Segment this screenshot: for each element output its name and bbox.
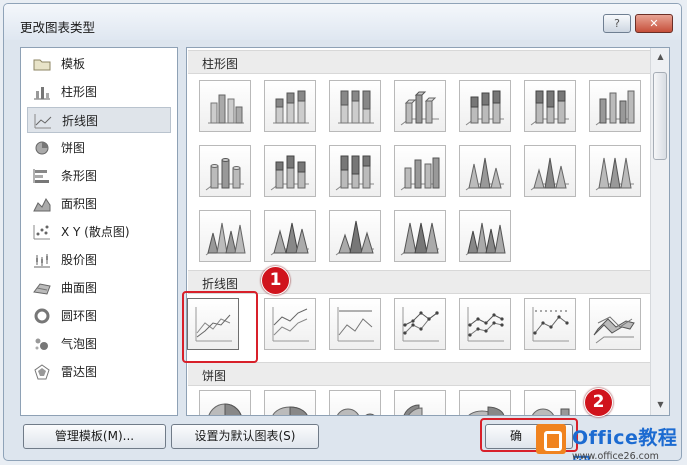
category-doughnut[interactable]: 圆环图 — [27, 303, 171, 329]
thumb-100-stacked-column[interactable] — [329, 80, 381, 132]
close-button[interactable]: ✕ — [635, 14, 673, 33]
category-bubble[interactable]: 气泡图 — [27, 331, 171, 357]
thumb-100-stacked-line[interactable] — [329, 298, 381, 350]
category-label: 圆环图 — [61, 309, 98, 323]
chart-subtype-gallery: 柱形图 折线图 饼图 ▲ ▼ — [186, 47, 670, 416]
pie-chart-icon — [35, 141, 49, 155]
scrollbar-thumb[interactable] — [653, 72, 667, 160]
thumb-stacked-cylinder[interactable] — [264, 145, 316, 197]
category-label: 股价图 — [61, 253, 98, 267]
thumb-stacked-pyramid[interactable] — [329, 210, 381, 262]
set-default-chart-button[interactable]: 设置为默认图表(S) — [171, 424, 319, 449]
doughnut-chart-icon — [34, 308, 50, 324]
thumb-3d-cylinder[interactable] — [394, 145, 446, 197]
thumb-stacked-column[interactable] — [264, 80, 316, 132]
section-header-column: 柱形图 — [188, 50, 650, 74]
category-pie[interactable]: 饼图 — [27, 135, 171, 161]
thumb-3d-stacked-column[interactable] — [459, 80, 511, 132]
section-label: 饼图 — [202, 369, 227, 383]
stock-chart-icon — [34, 254, 50, 268]
category-scatter[interactable]: X Y (散点图) — [27, 219, 171, 245]
thumb-clustered-column[interactable] — [199, 80, 251, 132]
category-label: 气泡图 — [61, 337, 98, 351]
step-badge-2: 2 — [584, 388, 613, 417]
thumb-3d-line[interactable] — [589, 298, 641, 350]
title-bar: 更改图表类型 ? ✕ — [4, 4, 681, 40]
category-area[interactable]: 面积图 — [27, 191, 171, 217]
section-label: 柱形图 — [202, 57, 239, 71]
bubble-chart-icon — [35, 338, 48, 350]
thumb-exploded-pie[interactable] — [394, 390, 446, 415]
thumb-3d-column[interactable] — [589, 80, 641, 132]
dialog-title: 更改图表类型 — [20, 20, 96, 35]
chart-category-list: 模板 柱形图 折线图 饼图 条形图 面积图 X Y (散点图) 股价图 曲面图 … — [20, 47, 178, 416]
area-chart-icon — [33, 198, 51, 212]
category-label: 雷达图 — [61, 365, 98, 379]
category-radar[interactable]: 雷达图 — [27, 359, 171, 385]
category-label: X Y (散点图) — [61, 225, 130, 239]
highlight-line-thumb — [182, 291, 258, 363]
category-bar[interactable]: 条形图 — [27, 163, 171, 189]
category-stock[interactable]: 股价图 — [27, 247, 171, 273]
help-button[interactable]: ? — [603, 14, 631, 33]
thumb-line-with-markers[interactable] — [394, 298, 446, 350]
category-label: 面积图 — [61, 197, 98, 211]
bar-chart-icon — [33, 169, 49, 183]
column-chart-icon — [34, 87, 50, 100]
thumb-stacked-line[interactable] — [264, 298, 316, 350]
category-surface[interactable]: 曲面图 — [27, 275, 171, 301]
change-chart-type-dialog: 更改图表类型 ? ✕ 模板 柱形图 折线图 饼图 条形图 面积图 X Y (散点… — [3, 3, 682, 461]
category-template[interactable]: 模板 — [27, 51, 171, 77]
thumb-pie[interactable] — [199, 390, 251, 415]
section-label: 折线图 — [202, 277, 239, 291]
line-chart-icon — [34, 114, 52, 129]
category-label: 模板 — [61, 57, 86, 71]
thumb-100-stacked-pyramid[interactable] — [394, 210, 446, 262]
category-label: 条形图 — [61, 169, 98, 183]
scroll-down-arrow-icon[interactable]: ▼ — [655, 400, 666, 409]
folder-icon — [33, 59, 51, 71]
category-column[interactable]: 柱形图 — [27, 79, 171, 105]
thumb-3d-clustered-column[interactable] — [394, 80, 446, 132]
surface-chart-icon — [33, 283, 51, 295]
thumb-3d-cone[interactable] — [199, 210, 251, 262]
thumb-3d-100-stacked-column[interactable] — [524, 80, 576, 132]
office-logo-icon — [536, 424, 566, 454]
thumb-3d-pyramid[interactable] — [459, 210, 511, 262]
watermark: Office教程网 www.office26.com — [536, 420, 681, 461]
category-label: 柱形图 — [61, 85, 98, 99]
watermark-url: www.office26.com — [572, 451, 659, 461]
category-label: 曲面图 — [61, 281, 98, 295]
thumb-3d-exploded-pie[interactable] — [459, 390, 511, 415]
radar-chart-icon — [34, 364, 50, 380]
scroll-up-arrow-icon[interactable]: ▲ — [655, 52, 666, 61]
thumb-clustered-pyramid[interactable] — [264, 210, 316, 262]
manage-templates-button[interactable]: 管理模板(M)... — [23, 424, 166, 449]
section-header-pie: 饼图 — [188, 362, 650, 386]
thumb-3d-pie[interactable] — [264, 390, 316, 415]
thumb-100-stacked-line-with-markers[interactable] — [524, 298, 576, 350]
step-badge-1: 1 — [261, 266, 290, 295]
thumb-100-stacked-cylinder[interactable] — [329, 145, 381, 197]
thumb-100-stacked-cone[interactable] — [589, 145, 641, 197]
thumb-bar-of-pie[interactable] — [524, 390, 576, 415]
thumb-pie-of-pie[interactable] — [329, 390, 381, 415]
gallery-scrollbar[interactable]: ▲ ▼ — [650, 48, 669, 415]
thumb-stacked-cone[interactable] — [524, 145, 576, 197]
scatter-chart-icon — [33, 225, 50, 240]
category-label: 饼图 — [61, 141, 86, 155]
thumb-clustered-cone[interactable] — [459, 145, 511, 197]
section-header-line: 折线图 — [188, 270, 650, 294]
thumb-clustered-cylinder[interactable] — [199, 145, 251, 197]
category-label: 折线图 — [62, 114, 99, 128]
thumb-stacked-line-with-markers[interactable] — [459, 298, 511, 350]
category-line[interactable]: 折线图 — [27, 107, 171, 133]
